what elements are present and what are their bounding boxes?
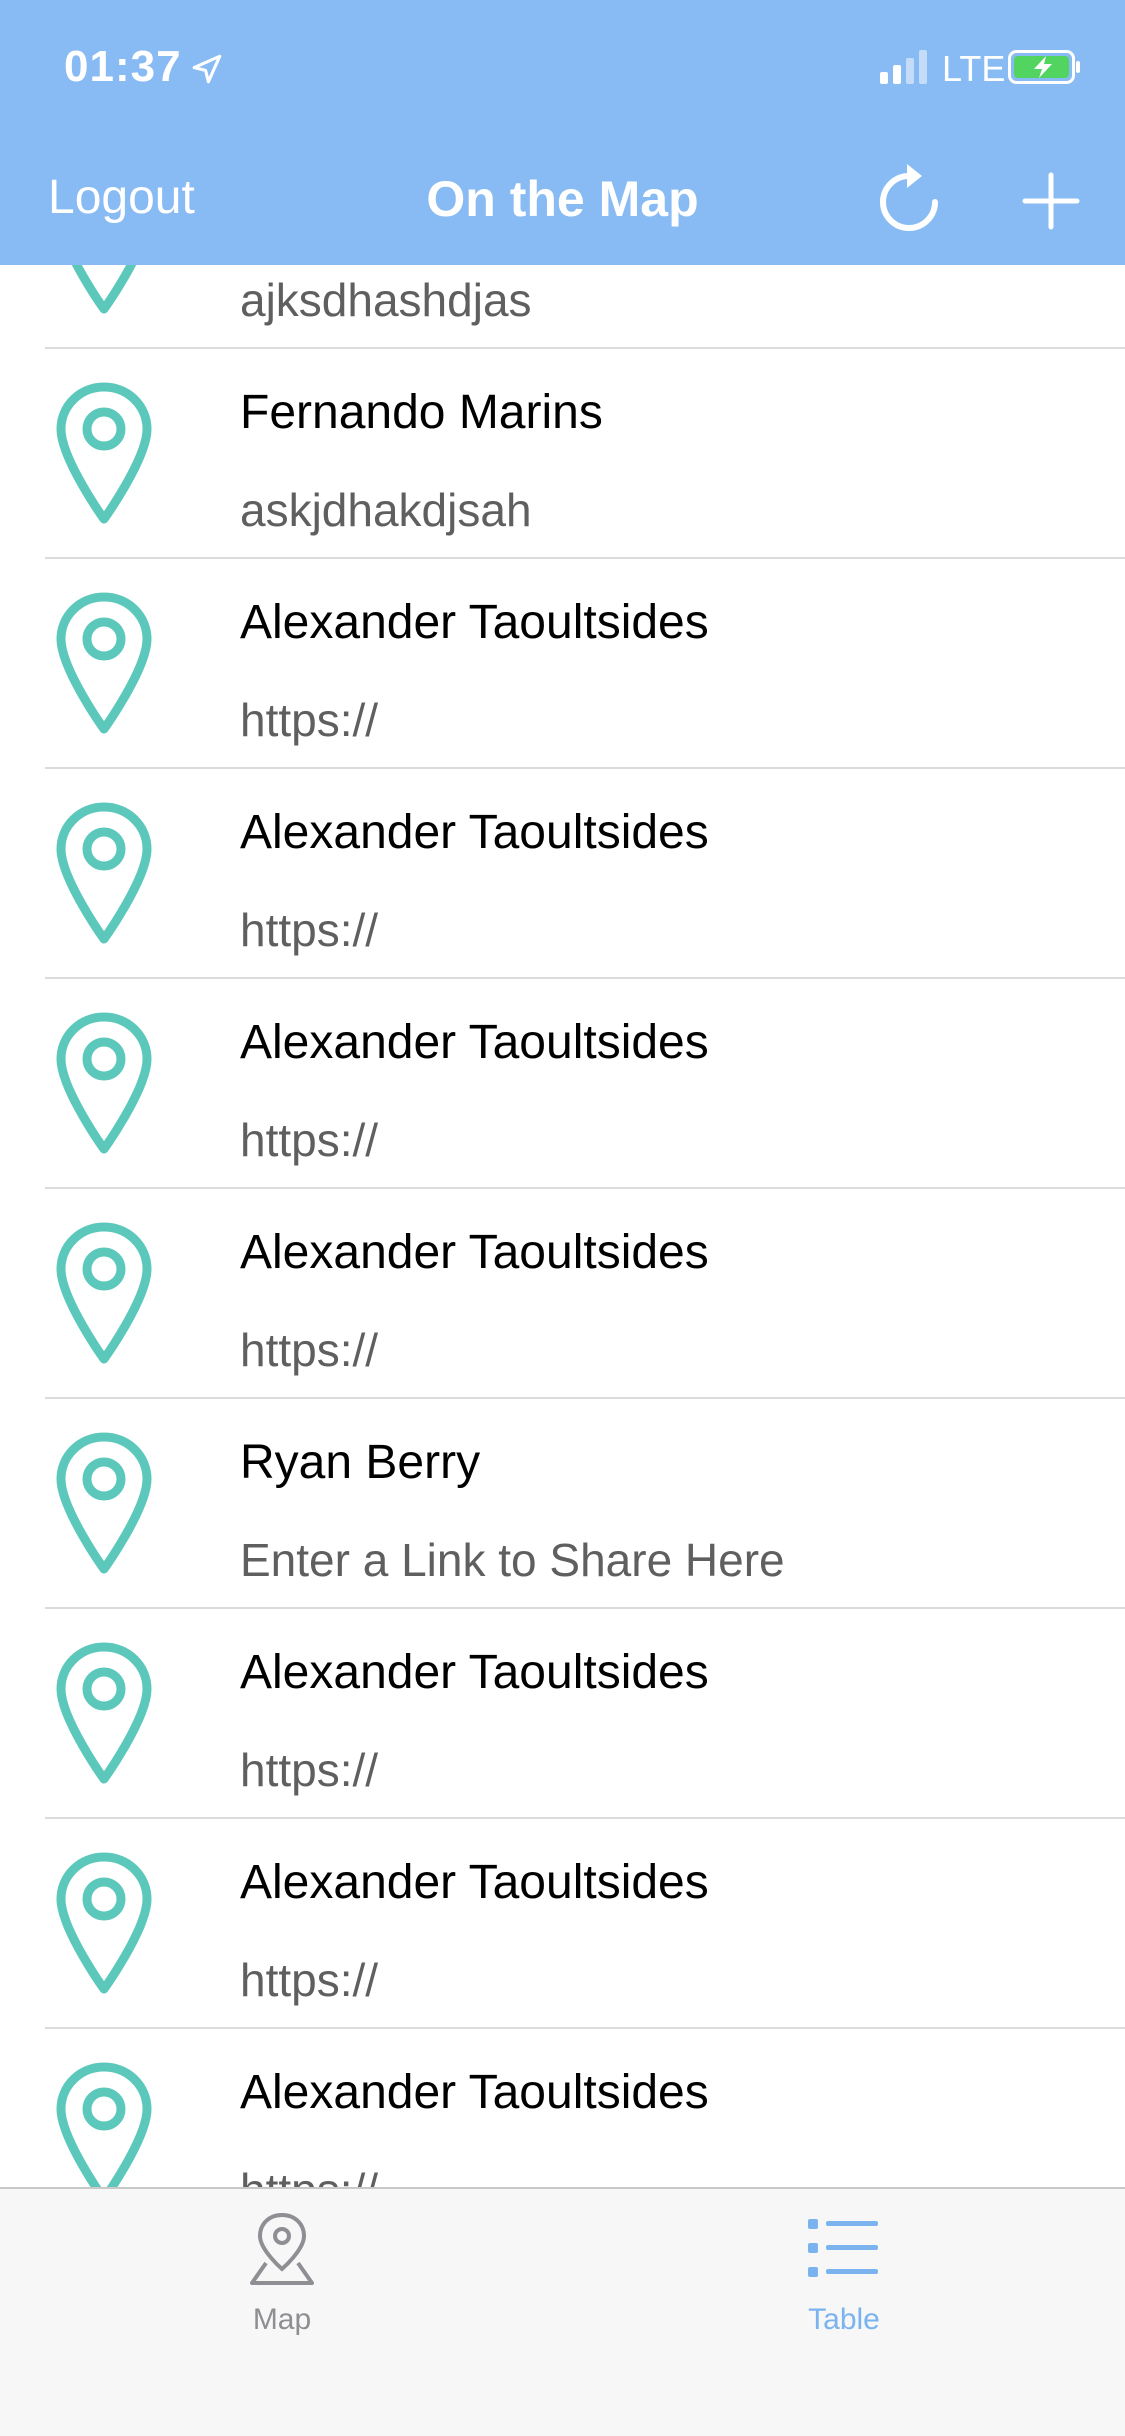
row-student-name: Alexander Taoultsides — [240, 1016, 709, 1069]
tab-table-label: Table — [808, 2303, 880, 2336]
table-row[interactable]: Alexander Taoultsides https:// — [0, 1189, 1125, 1399]
student-locations-table[interactable]: ajksdhashdjas Fernando Marins askjdhakdjsa… — [0, 139, 1125, 2189]
location-pin-icon — [56, 802, 152, 944]
page-title: On the Map — [426, 171, 699, 227]
screen: ajksdhashdjas Fernando Marins askjdhakdjsa… — [0, 0, 1125, 2436]
table-row[interactable]: Fernando Marins askjdhakdjsah — [0, 349, 1125, 559]
row-media-link: https:// — [240, 1744, 379, 1796]
row-media-link: https:// — [240, 2163, 378, 2189]
list-icon — [808, 2219, 878, 2277]
tab-bar: Map Table — [0, 2187, 1125, 2436]
network-type: LTE — [942, 48, 1006, 89]
table-row[interactable]: Alexander Taoultsides https:// — [0, 1609, 1125, 1819]
tab-table[interactable]: Table — [744, 2209, 944, 2369]
row-student-name: Alexander Taoultsides — [240, 806, 709, 859]
row-student-name: Alexander Taoultsides — [240, 1856, 709, 1909]
row-media-link: https:// — [240, 904, 379, 956]
location-pin-icon — [56, 382, 152, 524]
row-student-name: Alexander Taoultsides — [240, 1646, 709, 1699]
table-row[interactable]: Ryan Berry Enter a Link to Share Here — [0, 1399, 1125, 1609]
row-media-link: Enter a Link to Share Here — [240, 1534, 785, 1586]
table-row[interactable]: Alexander Taoultsides https:// — [0, 2029, 1125, 2189]
row-media-link: ajksdhashdjas — [240, 274, 532, 326]
location-pin-icon — [56, 1852, 152, 1994]
row-media-link: https:// — [240, 1324, 379, 1376]
row-media-link: askjdhakdjsah — [240, 484, 532, 536]
row-student-name: Ryan Berry — [240, 1436, 481, 1489]
row-media-link: https:// — [240, 1954, 379, 2006]
table-row[interactable]: Alexander Taoultsides https:// — [0, 769, 1125, 979]
navigation-header: 01:37 LTE Logout On the Map — [0, 0, 1125, 265]
location-pin-icon — [56, 592, 152, 734]
refresh-icon[interactable] — [876, 162, 942, 232]
map-pin-icon — [250, 2212, 314, 2285]
table-row[interactable]: Alexander Taoultsides https:// — [0, 559, 1125, 769]
row-student-name: Alexander Taoultsides — [240, 2066, 709, 2119]
location-pin-icon — [56, 1222, 152, 1364]
location-pin-icon — [56, 2062, 152, 2189]
tab-map-label: Map — [252, 2303, 312, 2336]
location-pin-icon — [56, 1432, 152, 1574]
row-student-name: Alexander Taoultsides — [240, 596, 709, 649]
location-pin-icon — [56, 1012, 152, 1154]
table-row[interactable]: Alexander Taoultsides https:// — [0, 1819, 1125, 2029]
location-pin-icon — [56, 1642, 152, 1784]
row-student-name: Fernando Marins — [240, 386, 603, 439]
row-media-link: https:// — [240, 1114, 379, 1166]
status-time: 01:37 — [64, 42, 182, 91]
tab-map[interactable]: Map — [182, 2209, 382, 2369]
location-arrow-icon — [192, 54, 222, 84]
row-student-name: Alexander Taoultsides — [240, 1226, 709, 1279]
add-icon[interactable] — [1022, 172, 1080, 230]
table-row[interactable]: Alexander Taoultsides https:// — [0, 979, 1125, 1189]
battery-charging-icon — [1008, 50, 1080, 84]
row-media-link: https:// — [240, 694, 379, 746]
cellular-signal-icon — [880, 50, 927, 84]
